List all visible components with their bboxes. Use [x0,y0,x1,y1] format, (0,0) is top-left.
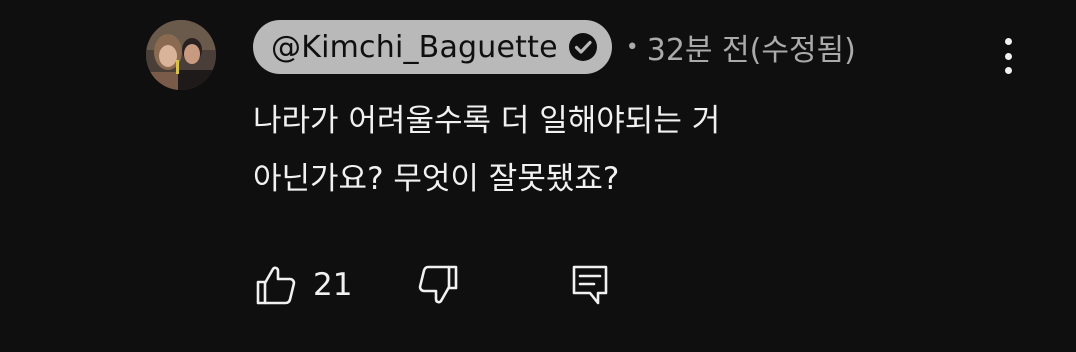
comment-text-line: 나라가 어려울수록 더 일해야되는 거 [253,103,721,139]
comment-text: 나라가 어려울수록 더 일해야되는 거 아닌가요? 무엇이 잘못됐죠? [253,92,893,208]
comment-header: @Kimchi_Baguette • 32분 전(수정됨) [253,20,856,74]
reply-comment-icon[interactable] [567,262,613,308]
comment-meta: • 32분 전(수정됨) [626,25,856,69]
author-chip[interactable]: @Kimchi_Baguette [253,20,612,74]
comment-timestamp[interactable]: 32분 전(수정됨) [647,25,856,69]
comment-thread: @Kimchi_Baguette • 32분 전(수정됨) 나라가 어려울수록 … [0,0,1076,352]
meta-separator: • [625,34,639,60]
comment-text-line: 아닌가요? 무엇이 잘못됐죠? [253,161,620,197]
avatar-image [146,20,216,90]
like-count: 21 [313,267,353,303]
more-vertical-icon[interactable] [990,30,1026,82]
thumbs-up-icon[interactable] [253,262,299,308]
check-circle-icon [568,32,598,62]
comment-actions: 21 [253,262,613,308]
author-name: @Kimchi_Baguette [271,29,558,65]
avatar[interactable] [146,20,216,90]
thumbs-down-icon[interactable] [415,262,461,308]
